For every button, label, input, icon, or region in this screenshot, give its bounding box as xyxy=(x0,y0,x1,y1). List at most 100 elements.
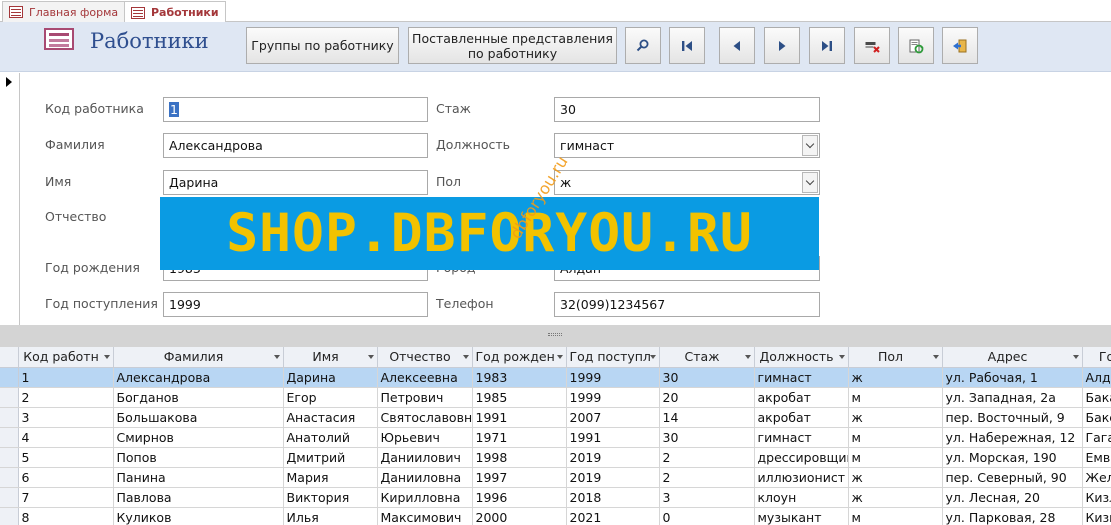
table-cell[interactable]: 1 xyxy=(18,367,114,388)
column-header[interactable]: Го xyxy=(1082,347,1111,368)
table-cell[interactable]: Илья xyxy=(283,507,378,525)
table-cell[interactable]: 30 xyxy=(659,367,755,388)
table-cell[interactable]: ж xyxy=(848,487,943,508)
table-cell[interactable]: ул. Набережная, 12 xyxy=(942,427,1083,448)
first-record-button[interactable] xyxy=(669,27,705,64)
sort-dropdown-icon[interactable] xyxy=(367,355,374,359)
column-header[interactable]: Фамилия xyxy=(113,347,284,368)
table-cell[interactable]: Анатолий xyxy=(283,427,378,448)
sort-dropdown-icon[interactable] xyxy=(744,355,751,359)
table-cell[interactable]: Дарина xyxy=(283,367,378,388)
experience-field[interactable]: 30 xyxy=(554,97,820,122)
table-cell[interactable]: 2018 xyxy=(566,487,660,508)
table-cell[interactable]: Юрьевич xyxy=(377,427,473,448)
table-cell[interactable]: Кирилловна xyxy=(377,487,473,508)
row-selector[interactable] xyxy=(0,367,19,388)
table-cell[interactable]: 2021 xyxy=(566,507,660,525)
sort-dropdown-icon[interactable] xyxy=(556,355,563,359)
table-cell[interactable]: м xyxy=(848,387,943,408)
table-cell[interactable]: 30 xyxy=(659,427,755,448)
table-cell[interactable]: Жел xyxy=(1082,467,1111,488)
table-cell[interactable]: Святославовна xyxy=(377,407,473,428)
table-cell[interactable]: ул. Лесная, 20 xyxy=(942,487,1083,508)
exit-button[interactable] xyxy=(942,27,978,64)
table-cell[interactable]: Кизл xyxy=(1082,487,1111,508)
table-row[interactable]: 8 Куликов Илья Максимович 2000 2021 0 музыкант м… xyxy=(0,507,1111,525)
table-row[interactable]: 7 Павлова Виктория Кирилловна 1996 2018 3 клоун… xyxy=(0,487,1111,508)
table-cell[interactable]: 7 xyxy=(18,487,114,508)
table-cell[interactable]: Александрова xyxy=(113,367,284,388)
table-cell[interactable]: Петрович xyxy=(377,387,473,408)
table-cell[interactable]: 1999 xyxy=(566,387,660,408)
table-cell[interactable]: 3 xyxy=(18,407,114,428)
table-cell[interactable]: 1997 xyxy=(472,467,567,488)
sort-dropdown-icon[interactable] xyxy=(932,355,939,359)
table-cell[interactable]: 2019 xyxy=(566,447,660,468)
table-cell[interactable]: Мария xyxy=(283,467,378,488)
column-header[interactable]: Стаж xyxy=(659,347,755,368)
refresh-button[interactable] xyxy=(898,27,934,64)
column-header[interactable]: Должность xyxy=(754,347,849,368)
column-header[interactable]: Имя xyxy=(283,347,378,368)
table-row[interactable]: 5 Попов Дмитрий Даниилович 1998 2019 2 дрессиро… xyxy=(0,447,1111,468)
performances-by-worker-button[interactable]: Поставленные представления по работнику xyxy=(408,27,617,64)
table-row[interactable]: 6 Панина Мария Данииловна 1997 2019 2 иллюзиони… xyxy=(0,467,1111,488)
table-row[interactable]: 3 Большакова Анастасия Святославовна 1991 200… xyxy=(0,407,1111,428)
table-cell[interactable]: Анастасия xyxy=(283,407,378,428)
row-selector[interactable] xyxy=(0,507,19,525)
table-cell[interactable]: 2019 xyxy=(566,467,660,488)
row-selector[interactable] xyxy=(0,407,19,428)
table-cell[interactable]: 2 xyxy=(659,467,755,488)
table-cell[interactable]: 1991 xyxy=(566,427,660,448)
table-cell[interactable]: 2007 xyxy=(566,407,660,428)
sort-dropdown-icon[interactable] xyxy=(1072,355,1079,359)
column-header[interactable]: Пол xyxy=(848,347,943,368)
table-cell[interactable]: Виктория xyxy=(283,487,378,508)
table-cell[interactable]: Емва xyxy=(1082,447,1111,468)
table-cell[interactable]: 4 xyxy=(18,427,114,448)
row-selector[interactable] xyxy=(0,387,19,408)
next-record-button[interactable] xyxy=(764,27,800,64)
table-cell[interactable]: 2 xyxy=(659,447,755,468)
table-cell[interactable]: м xyxy=(848,507,943,525)
row-selector[interactable] xyxy=(0,427,19,448)
table-cell[interactable]: Смирнов xyxy=(113,427,284,448)
select-all-corner[interactable] xyxy=(0,347,19,368)
table-cell[interactable]: иллюзионист xyxy=(754,467,849,488)
record-selector[interactable] xyxy=(0,73,20,325)
table-cell[interactable]: ул. Рабочая, 1 xyxy=(942,367,1083,388)
table-cell[interactable]: Попов xyxy=(113,447,284,468)
table-cell[interactable]: Кизн xyxy=(1082,507,1111,525)
sort-dropdown-icon[interactable] xyxy=(649,355,656,359)
position-combo[interactable]: гимнаст xyxy=(554,133,820,158)
table-cell[interactable]: 1996 xyxy=(472,487,567,508)
table-cell[interactable]: Даниилович xyxy=(377,447,473,468)
table-row[interactable]: 2 Богданов Егор Петрович 1985 1999 20 акробат м у… xyxy=(0,387,1111,408)
table-cell[interactable]: м xyxy=(848,447,943,468)
column-header[interactable]: Отчество xyxy=(377,347,473,368)
table-cell[interactable]: 14 xyxy=(659,407,755,428)
table-cell[interactable]: 3 xyxy=(659,487,755,508)
surname-field[interactable]: Александрова xyxy=(163,133,428,158)
name-field[interactable]: Дарина xyxy=(163,170,428,195)
table-cell[interactable]: акробат xyxy=(754,387,849,408)
chevron-down-icon[interactable] xyxy=(802,135,818,156)
table-cell[interactable]: Панина xyxy=(113,467,284,488)
table-cell[interactable]: Дмитрий xyxy=(283,447,378,468)
table-cell[interactable]: Максимович xyxy=(377,507,473,525)
table-cell[interactable]: ж xyxy=(848,467,943,488)
table-cell[interactable]: 1971 xyxy=(472,427,567,448)
table-row[interactable]: 1 Александрова Дарина Алексеевна 1983 1999 30 г… xyxy=(0,367,1111,388)
previous-record-button[interactable] xyxy=(719,27,755,64)
search-button[interactable] xyxy=(625,27,661,64)
table-cell[interactable]: Алда xyxy=(1082,367,1111,388)
table-cell[interactable]: гимнаст xyxy=(754,427,849,448)
delete-record-button[interactable] xyxy=(854,27,890,64)
table-cell[interactable]: Бакс xyxy=(1082,407,1111,428)
table-cell[interactable]: ж xyxy=(848,367,943,388)
table-cell[interactable]: 5 xyxy=(18,447,114,468)
table-cell[interactable]: музыкант xyxy=(754,507,849,525)
column-header[interactable]: Код работн xyxy=(18,347,114,368)
tab-main-form[interactable]: Главная форма xyxy=(2,1,126,22)
split-bar[interactable] xyxy=(0,325,1111,347)
